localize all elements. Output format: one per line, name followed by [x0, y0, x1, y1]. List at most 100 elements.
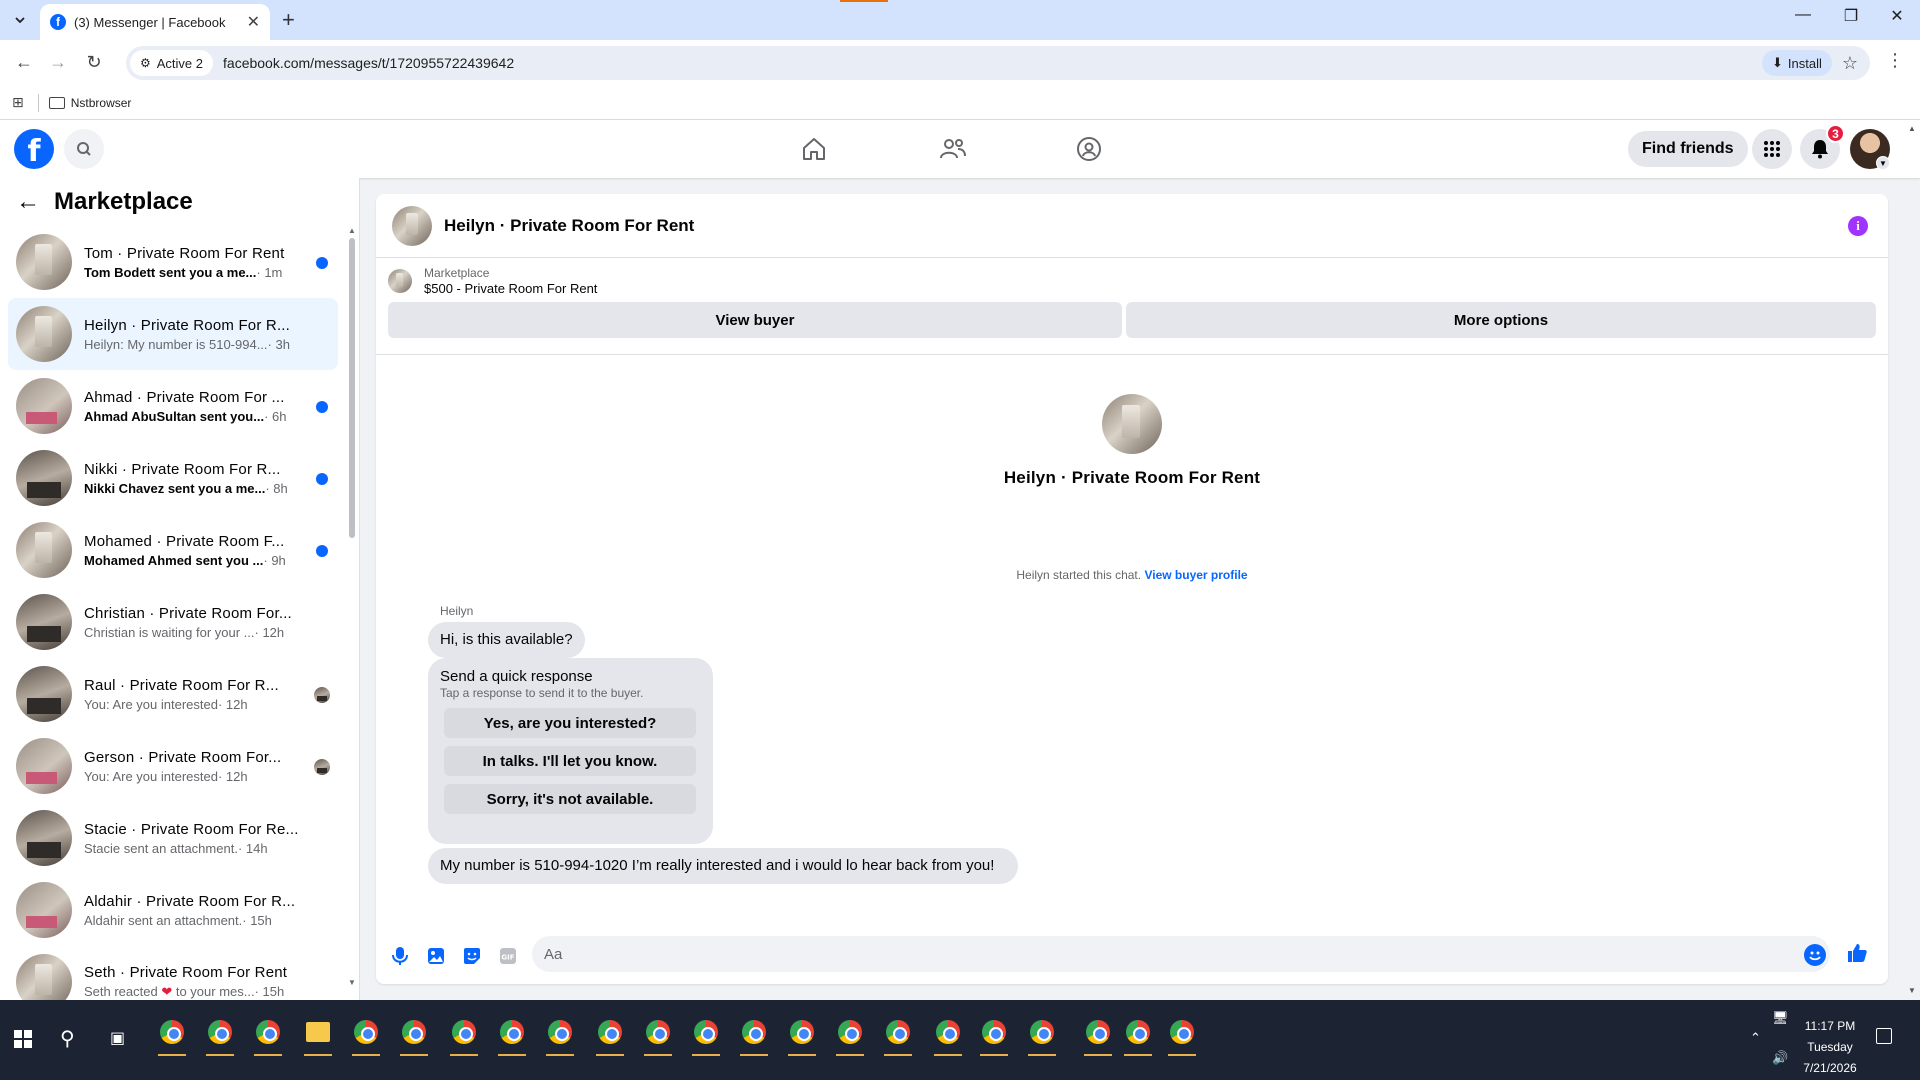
chrome-app-icon[interactable] [686, 1012, 726, 1056]
conversation-name: Mohamed · Private Room F... [84, 532, 285, 550]
tab-close-icon[interactable]: ✕ [247, 12, 260, 32]
network-icon[interactable]: 🖥 [1772, 1010, 1789, 1026]
conversation-item[interactable]: Heilyn · Private Room For R... Heilyn: My… [8, 298, 338, 370]
facebook-logo-icon[interactable]: f [14, 129, 54, 169]
chrome-app-icon[interactable] [346, 1012, 386, 1056]
view-buyer-profile-link[interactable]: View buyer profile [1144, 568, 1247, 582]
apps-grid-icon[interactable]: ⊞ [12, 94, 24, 111]
like-icon[interactable] [1846, 942, 1868, 970]
task-view-icon[interactable]: ▣ [110, 1028, 125, 1048]
browser-tab-active[interactable]: f (3) Messenger | Facebook ✕ [40, 4, 270, 40]
chrome-app-icon[interactable] [248, 1012, 288, 1056]
chrome-app-icon[interactable] [492, 1012, 532, 1056]
chrome-app-icon[interactable] [444, 1012, 484, 1056]
message-input[interactable]: Aa [532, 936, 1830, 972]
chrome-app-icon[interactable] [540, 1012, 580, 1056]
browser-icon [1170, 1020, 1194, 1044]
page-scroll-up-icon[interactable]: ▲ [1908, 124, 1916, 133]
chrome-app-icon[interactable] [1118, 1012, 1158, 1056]
new-tab-button[interactable]: + [282, 8, 295, 32]
conversation-item[interactable]: Tom · Private Room For Rent Tom Bodett se… [8, 226, 338, 298]
view-buyer-button[interactable]: View buyer [388, 302, 1122, 338]
url-text[interactable]: facebook.com/messages/t/1720955722439642 [223, 55, 1762, 71]
voice-clip-button[interactable] [390, 946, 410, 966]
info-icon[interactable]: i [1848, 216, 1868, 236]
quick-reply-yes-button[interactable]: Yes, are you interested? [444, 708, 696, 738]
conversation-scrollbar[interactable]: ▲ ▼ [348, 226, 356, 987]
quick-reply-not-available-button[interactable]: Sorry, it's not available. [444, 784, 696, 814]
file-explorer-icon[interactable] [298, 1012, 338, 1056]
minimize-icon[interactable]: — [1780, 6, 1826, 24]
conversation-item[interactable]: Nikki · Private Room For R... Nikki Chave… [8, 442, 338, 514]
back-icon[interactable]: ← [12, 52, 36, 73]
chrome-app-icon[interactable] [878, 1012, 918, 1056]
chat-header-avatar[interactable] [392, 205, 432, 246]
chrome-app-icon[interactable] [734, 1012, 774, 1056]
message-bubble: My number is 510-994-1020 I’m really int… [428, 848, 1018, 884]
volume-icon[interactable]: 🔊 [1772, 1050, 1788, 1066]
taskbar-search-icon[interactable]: ⚲ [60, 1026, 75, 1051]
sticker-button[interactable] [462, 946, 482, 966]
reload-icon[interactable]: ↻ [82, 52, 106, 73]
chrome-app-icon[interactable] [974, 1012, 1014, 1056]
facebook-search-button[interactable] [64, 129, 104, 169]
more-options-button[interactable]: More options [1126, 302, 1876, 338]
back-arrow-icon[interactable]: ← [16, 188, 40, 216]
taskbar-clock[interactable]: 11:17 PM Tuesday 7/21/2026 [1800, 1016, 1860, 1079]
folder-icon [306, 1022, 330, 1042]
conversation-item[interactable]: Stacie · Private Room For Re... Stacie se… [8, 802, 338, 874]
bookmark-folder[interactable]: Nstbrowser [48, 96, 131, 110]
page-scroll-down-icon[interactable]: ▼ [1908, 986, 1916, 995]
tab-search-dropdown[interactable] [8, 8, 32, 32]
scroll-down-icon[interactable]: ▼ [348, 978, 356, 987]
browser-menu-icon[interactable]: ⋮ [1886, 50, 1904, 71]
restore-icon[interactable]: ❐ [1828, 6, 1874, 26]
chrome-app-icon[interactable] [152, 1012, 192, 1056]
windows-start-icon[interactable] [14, 1030, 32, 1048]
scrollbar-thumb[interactable] [349, 238, 355, 538]
nav-friends-button[interactable] [937, 133, 969, 165]
conversation-item[interactable]: Mohamed · Private Room F... Mohamed Ahmed… [8, 514, 338, 586]
chrome-app-icon[interactable] [928, 1012, 968, 1056]
scroll-up-icon[interactable]: ▲ [348, 226, 356, 235]
conversation-item[interactable]: Gerson · Private Room For... You: Are you… [8, 730, 338, 802]
chrome-app-icon[interactable] [830, 1012, 870, 1056]
chrome-app-icon[interactable] [1162, 1012, 1202, 1056]
page-scrollbar[interactable]: ▲ ▼ [1906, 120, 1918, 1000]
chrome-app-icon[interactable] [1022, 1012, 1062, 1056]
action-center-icon[interactable] [1876, 1028, 1892, 1044]
forward-icon[interactable]: → [46, 52, 70, 73]
conversation-item[interactable]: Aldahir · Private Room For R... Aldahir s… [8, 874, 338, 946]
chrome-app-icon[interactable] [200, 1012, 240, 1056]
conversation-item[interactable]: Christian · Private Room For... Christian… [8, 586, 338, 658]
address-bar[interactable]: ⚙ Active 2 facebook.com/messages/t/17209… [126, 46, 1870, 80]
chrome-app-icon[interactable] [782, 1012, 822, 1056]
nav-groups-button[interactable] [1073, 133, 1105, 165]
conversation-item[interactable]: Ahmad · Private Room For ... Ahmad AbuSul… [8, 370, 338, 442]
bookmark-star-icon[interactable]: ☆ [1842, 53, 1858, 74]
attach-image-button[interactable] [426, 946, 446, 966]
listing-title[interactable]: $500 - Private Room For Rent [424, 281, 597, 296]
site-info-chip[interactable]: ⚙ Active 2 [130, 50, 214, 76]
nav-home-button[interactable] [798, 133, 830, 165]
chrome-app-icon[interactable] [1078, 1012, 1118, 1056]
chat-header-name[interactable]: Heilyn · Private Room For Rent [444, 216, 694, 236]
close-window-icon[interactable]: ✕ [1874, 6, 1920, 26]
chrome-app-icon[interactable] [638, 1012, 678, 1056]
chrome-app-icon[interactable] [590, 1012, 630, 1056]
conversation-snippet: Seth reacted ❤ to your mes... [84, 984, 255, 999]
menu-button[interactable] [1752, 129, 1792, 169]
chat-header: Heilyn · Private Room For Rent i [376, 194, 1888, 258]
conversation-texts: Tom · Private Room For Rent Tom Bodett se… [84, 245, 316, 280]
quick-reply-in-talks-button[interactable]: In talks. I'll let you know. [444, 746, 696, 776]
gif-button[interactable]: GIF [498, 946, 518, 966]
chevron-down-icon[interactable]: ▼ [1876, 156, 1890, 170]
install-button[interactable]: ⬇ Install [1761, 50, 1832, 76]
tray-chevron-icon[interactable]: ⌃ [1750, 1030, 1761, 1046]
emoji-icon[interactable] [1804, 944, 1826, 966]
running-indicator [254, 1054, 282, 1056]
find-friends-button[interactable]: Find friends [1628, 131, 1748, 167]
install-icon: ⬇ [1771, 55, 1783, 70]
conversation-item[interactable]: Raul · Private Room For R... You: Are you… [8, 658, 338, 730]
chrome-app-icon[interactable] [394, 1012, 434, 1056]
